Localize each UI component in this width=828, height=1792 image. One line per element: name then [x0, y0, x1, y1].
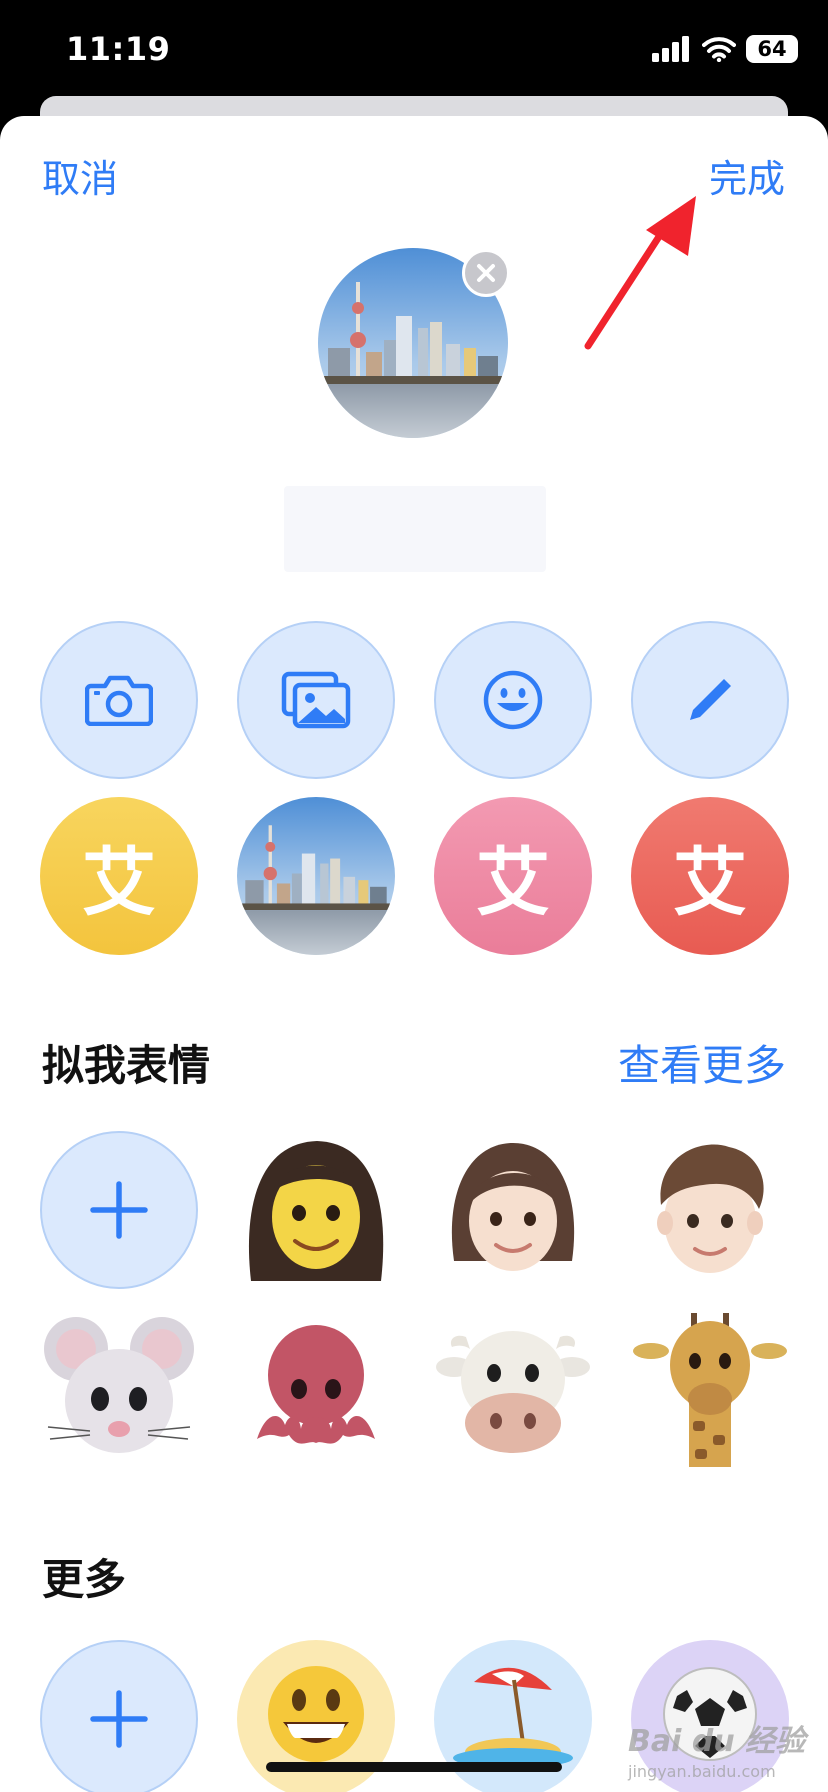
done-button[interactable]: 完成 — [709, 148, 785, 203]
add-more-button[interactable] — [40, 1640, 198, 1792]
see-more-link[interactable]: 查看更多 — [618, 1032, 786, 1093]
plus-icon — [90, 1181, 148, 1239]
memoji-girl-bob[interactable] — [434, 1131, 592, 1289]
memoji-girl-long-hair[interactable] — [237, 1131, 395, 1289]
red-arrow-annotation — [584, 196, 696, 350]
status-time: 11:19 — [66, 30, 171, 68]
watermark-brand: Bai du 经验 — [628, 1724, 806, 1759]
pencil-icon — [690, 679, 731, 720]
plus-icon — [90, 1690, 148, 1748]
status-bar: 11:19 64 — [0, 0, 828, 100]
monogram-pink[interactable]: 艾 — [434, 797, 592, 955]
name-input-field[interactable] — [284, 486, 546, 572]
watermark-url: jingyan.baidu.com — [628, 1762, 776, 1781]
more-section-title: 更多 — [42, 1555, 127, 1604]
mouse-memoji[interactable] — [40, 1309, 198, 1467]
photos-icon — [281, 671, 351, 729]
cellular-signal-icon — [652, 36, 689, 62]
status-icons: 64 — [652, 34, 798, 64]
giraffe-memoji[interactable] — [631, 1309, 789, 1467]
wifi-icon — [702, 37, 736, 62]
emoji-icon — [483, 670, 543, 730]
monogram-red-label: 艾 — [673, 839, 747, 926]
camera-button[interactable] — [40, 621, 198, 779]
cow-memoji[interactable] — [434, 1309, 592, 1467]
memoji-section-title: 拟我表情 — [42, 1041, 211, 1090]
monogram-yellow-label: 艾 — [82, 839, 156, 926]
baidu-watermark: Bai du 经验 jingyan.baidu.com — [628, 1716, 805, 1781]
camera-icon — [85, 675, 153, 726]
monogram-pink-label: 艾 — [476, 839, 550, 926]
memoji-boy[interactable] — [631, 1131, 789, 1289]
recent-photo-option[interactable] — [237, 797, 395, 955]
emoji-button[interactable] — [434, 621, 592, 779]
close-icon — [477, 264, 495, 282]
remove-photo-button[interactable] — [462, 249, 510, 297]
monogram-red[interactable]: 艾 — [631, 797, 789, 955]
battery-indicator: 64 — [746, 35, 798, 63]
monogram-yellow[interactable]: 艾 — [40, 797, 198, 955]
cancel-button[interactable]: 取消 — [42, 148, 118, 203]
octopus-memoji[interactable] — [237, 1309, 395, 1467]
add-memoji-button[interactable] — [40, 1131, 198, 1289]
city-skyline-thumbnail — [237, 797, 395, 955]
photos-button[interactable] — [237, 621, 395, 779]
home-indicator[interactable] — [266, 1762, 562, 1772]
edit-button[interactable] — [631, 621, 789, 779]
